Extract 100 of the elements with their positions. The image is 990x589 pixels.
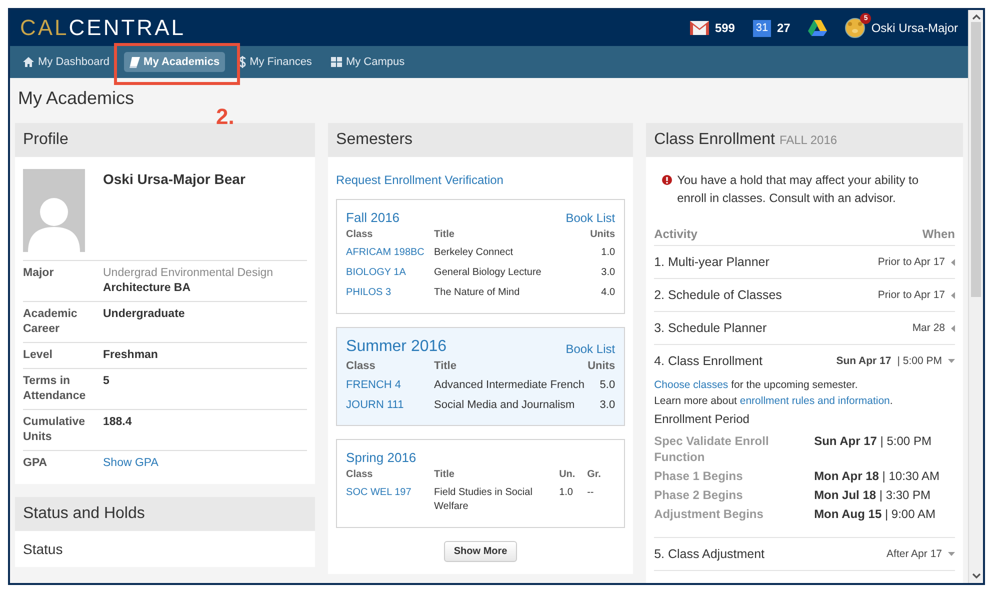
period-date: Sun Apr 17 | 5:00 PM [814, 433, 932, 450]
caret-left-icon [951, 324, 955, 332]
class-link[interactable]: JOURN 111 [346, 399, 404, 411]
profile-value: Architecture BA [103, 281, 192, 296]
nav-tab[interactable]: My Dashboard [18, 52, 115, 72]
drive-icon[interactable] [808, 20, 828, 36]
scrollbar-thumb[interactable] [971, 22, 981, 297]
period-label: Adjustment Begins [654, 506, 764, 522]
profile-value: Undergraduate [103, 307, 186, 322]
profile-value: Freshman [103, 348, 159, 363]
column-header: Class [346, 229, 434, 244]
caret-left-icon [951, 292, 955, 298]
info-text: Learn more about enrollment rules and information. [654, 394, 894, 409]
activity-row[interactable]: 4. Class Enrollment Sun Apr 17 | 5:00 PM [654, 345, 955, 377]
nav-tab[interactable]: My Finances [234, 52, 317, 72]
book-icon [128, 56, 140, 68]
avatar-icon[interactable] [845, 18, 866, 38]
section-title: Status [23, 541, 63, 557]
table-cell: 3.0 [601, 267, 616, 278]
table-cell: 1.0 [559, 487, 573, 498]
profile-value: 188.4 [103, 415, 133, 430]
table-cell: The Nature of Mind [434, 287, 520, 298]
caret-down-icon [948, 552, 955, 556]
semester-term: Fall 2016 [346, 210, 400, 225]
period-date: Mon Apr 18 | 10:30 AM [814, 468, 940, 484]
calendar-count: 27 [776, 21, 790, 35]
nav-tab[interactable]: My Academics [124, 52, 225, 72]
column-header: Title [434, 360, 458, 374]
activity-row[interactable]: 1. Multi-year Planner Prior to Apr 17 [654, 246, 955, 278]
semester-term: Summer 2016 [346, 338, 447, 356]
column-header: Units [589, 229, 616, 242]
page-title: My Academics [18, 88, 134, 109]
class-link[interactable]: PHILOS 3 [346, 287, 392, 298]
book-list-link[interactable]: Book List [566, 342, 616, 356]
profile-label: Major [23, 266, 55, 281]
user-name[interactable]: Oski Ursa-Major [871, 21, 958, 35]
period-date: Mon Aug 15 | 9:00 AM [814, 506, 936, 522]
profile-value: 5 [103, 374, 110, 389]
column-header: Units [587, 360, 616, 374]
period-label: Phase 1 Begins [654, 468, 744, 484]
period-label: Phase 2 Begins [654, 487, 744, 503]
student-name: Oski Ursa-Major Bear [103, 170, 246, 189]
period-title: Enrollment Period [654, 411, 750, 427]
class-link[interactable]: SOC WEL 197 [346, 487, 412, 498]
table-cell: 5.0 [600, 379, 616, 391]
alert-icon [662, 175, 672, 185]
profile-value: Undergrad Environmental Design [103, 266, 274, 281]
mail-count: 599 [714, 21, 735, 35]
table-cell: 3.0 [600, 399, 616, 411]
column-header: Un. [559, 469, 576, 482]
info-link[interactable]: Choose classes [654, 379, 728, 391]
column-header: Title [434, 469, 456, 482]
scroll-down-icon[interactable] [972, 573, 980, 579]
column-header: Title [434, 229, 456, 242]
class-link[interactable]: FRENCH 4 [346, 379, 402, 391]
panel-title: Profile [15, 123, 316, 157]
calendar-icon[interactable]: 31 [752, 20, 771, 36]
profile-label: GPA [23, 456, 48, 471]
profile-label: Academic Career [23, 307, 78, 337]
term-label: FALL 2016 [779, 133, 838, 147]
verification-link[interactable]: Request Enrollment Verification [336, 173, 504, 187]
table-cell: Social Media and Journalism [434, 399, 575, 411]
dollar-icon [238, 56, 246, 68]
info-link[interactable]: enrollment rules and information [740, 395, 890, 407]
profile-label: Cumulative Units [23, 415, 86, 445]
show-more-button[interactable]: Show More [444, 541, 518, 562]
profile-label: Terms in Attendance [23, 374, 87, 404]
table-cell: 1.0 [601, 247, 616, 258]
column-header: Activity [654, 227, 698, 241]
nav-tab[interactable]: My Campus [326, 52, 410, 72]
table-cell: Field Studies in Social Welfare [434, 487, 532, 512]
class-link[interactable]: AFRICAM 198BC [346, 247, 424, 258]
column-header: Class [346, 360, 434, 376]
semester-term: Spring 2016 [346, 450, 416, 465]
table-cell: 4.0 [601, 287, 616, 298]
panel-title: Status and Holds [15, 497, 316, 531]
table-cell: Berkeley Connect [434, 247, 513, 258]
column-header: When [922, 227, 955, 241]
home-icon [23, 57, 34, 67]
panel-title: Semesters [328, 123, 634, 157]
info-text: Choose classes for the upcoming semester. [654, 378, 859, 393]
activity-row[interactable]: 3. Schedule Planner Mar 28 [654, 312, 955, 344]
table-cell: Advanced Intermediate French [434, 379, 584, 391]
calcentral-logo[interactable]: CALCENTRAL [20, 15, 186, 41]
caret-down-icon [948, 359, 955, 363]
period-date: Mon Jul 18 | 3:30 PM [814, 487, 932, 503]
table-cell: General Biology Lecture [434, 267, 542, 278]
scroll-up-icon[interactable] [972, 14, 980, 20]
activity-row[interactable]: 5. Class Adjustment After Apr 17 [654, 538, 955, 570]
class-link[interactable]: BIOLOGY 1A [346, 267, 406, 278]
show-gpa-link[interactable]: Show GPA [103, 456, 308, 471]
profile-label: Level [23, 348, 54, 363]
caret-left-icon [951, 258, 955, 266]
book-list-link[interactable]: Book List [566, 211, 616, 225]
table-cell: -- [587, 487, 594, 498]
period-label: Spec Validate Enroll Function [654, 433, 770, 465]
mail-icon[interactable] [690, 21, 709, 35]
panel-title: Class Enrollment [654, 131, 775, 148]
activity-row[interactable]: 2. Schedule of Classes Prior to Apr 17 [654, 279, 955, 311]
hold-message: You have a hold that may affect your ability to enroll in classes. Consult with an advisor. [677, 172, 920, 207]
